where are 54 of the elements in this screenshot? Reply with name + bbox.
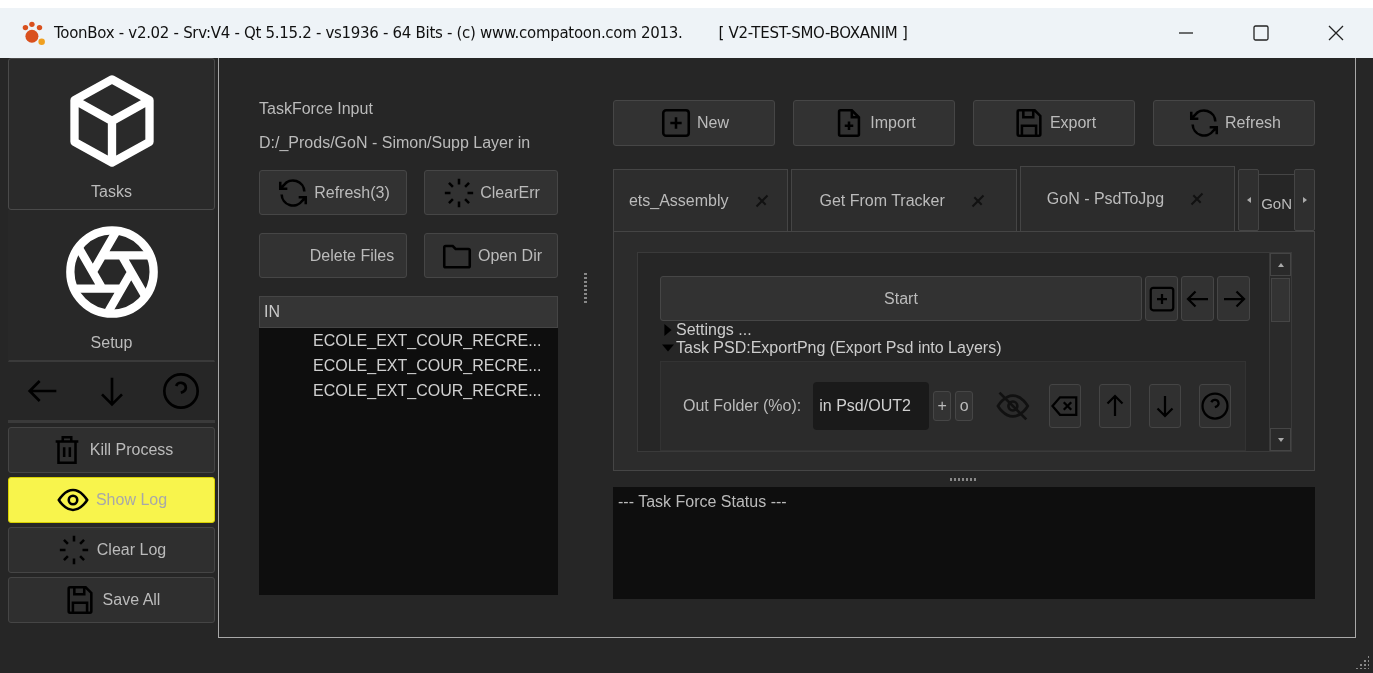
mode-tile[interactable]: Tasks [8, 58, 215, 210]
triangle-icon [662, 324, 674, 336]
back-button[interactable] [1181, 276, 1214, 321]
sidebar-action-button[interactable]: Save All [8, 577, 215, 623]
mode-label: Tasks [91, 183, 132, 201]
section-title: TaskForce Input [259, 100, 374, 118]
tab[interactable]: GoN - PsdToJpg [1019, 166, 1236, 231]
section-expander[interactable]: Task PSD:ExportPng (Export Psd into Layers) [662, 339, 1269, 357]
input-field[interactable]: in Psd/OUT2 [813, 382, 930, 430]
sidebar-action-button[interactable]: Clear Log [8, 527, 215, 573]
list-header: IN [259, 296, 558, 328]
forward-button[interactable] [1217, 276, 1250, 321]
paw-logo-icon [20, 20, 46, 46]
help-icon [1200, 391, 1230, 421]
add-button[interactable] [1145, 276, 1178, 321]
field-button[interactable]: + [933, 391, 952, 421]
path-label: D:/_Prods/GoN - Simon/Supp Layer in [259, 134, 532, 152]
help-icon[interactable] [160, 371, 201, 411]
tab[interactable]: Get From Tracker [791, 169, 1017, 231]
field-button[interactable]: o [955, 391, 974, 421]
scrollbar-thumb[interactable] [1271, 278, 1290, 322]
splitter-handle[interactable] [584, 272, 587, 303]
scroll-right-button[interactable] [1294, 169, 1315, 231]
scrollbar[interactable] [1269, 253, 1291, 451]
minimize-icon [1178, 32, 1193, 34]
sidebar-action-button[interactable]: Kill Process [8, 427, 215, 473]
input-button[interactable]: Open Dir [424, 233, 558, 278]
refresh-icon [1187, 106, 1221, 140]
section-expander[interactable]: Settings ... [662, 321, 1269, 339]
plus-icon [659, 106, 693, 140]
move-down-button[interactable] [1149, 384, 1181, 428]
status-text: --- Task Force Status --- [618, 493, 787, 510]
clear-button[interactable] [1049, 384, 1081, 428]
move-up-button[interactable] [1099, 384, 1131, 428]
list-item[interactable]: ECOLE_EXT_COUR_RECRE... [259, 328, 558, 353]
triangle-icon [662, 342, 674, 354]
input-button[interactable]: Delete Files [259, 233, 407, 278]
list-item[interactable]: ECOLE_EXT_COUR_RECRE... [259, 353, 558, 378]
toolbar-button[interactable]: New [613, 100, 775, 146]
field-label: Out Folder (%o): [683, 397, 802, 415]
mode-label: Setup [90, 334, 133, 352]
input-button[interactable]: Refresh(3) [259, 170, 407, 215]
toolbar-button[interactable]: Import [793, 100, 955, 146]
tab[interactable]: ets_Assembly [613, 169, 789, 231]
toolbar-button[interactable]: Export [973, 100, 1135, 146]
window-tag: [ V2-TEST-SMO-BOXANIM ] [718, 24, 908, 42]
start-button[interactable]: Start [660, 276, 1142, 321]
scroll-left-button[interactable] [1238, 169, 1260, 231]
splitter-handle[interactable] [950, 477, 978, 481]
help-button[interactable] [1199, 384, 1231, 428]
list-item[interactable]: ECOLE_EXT_COUR_RECRE... [259, 378, 558, 403]
input-button[interactable]: ClearErr [424, 170, 558, 215]
toolbar-button[interactable]: Refresh [1153, 100, 1315, 146]
window-title: ToonBox - v2.02 - Srv:V4 - Qt 5.15.2 - vs1936 - 64 Bits - (c) www.compatoon.com 2013. [54, 24, 683, 42]
